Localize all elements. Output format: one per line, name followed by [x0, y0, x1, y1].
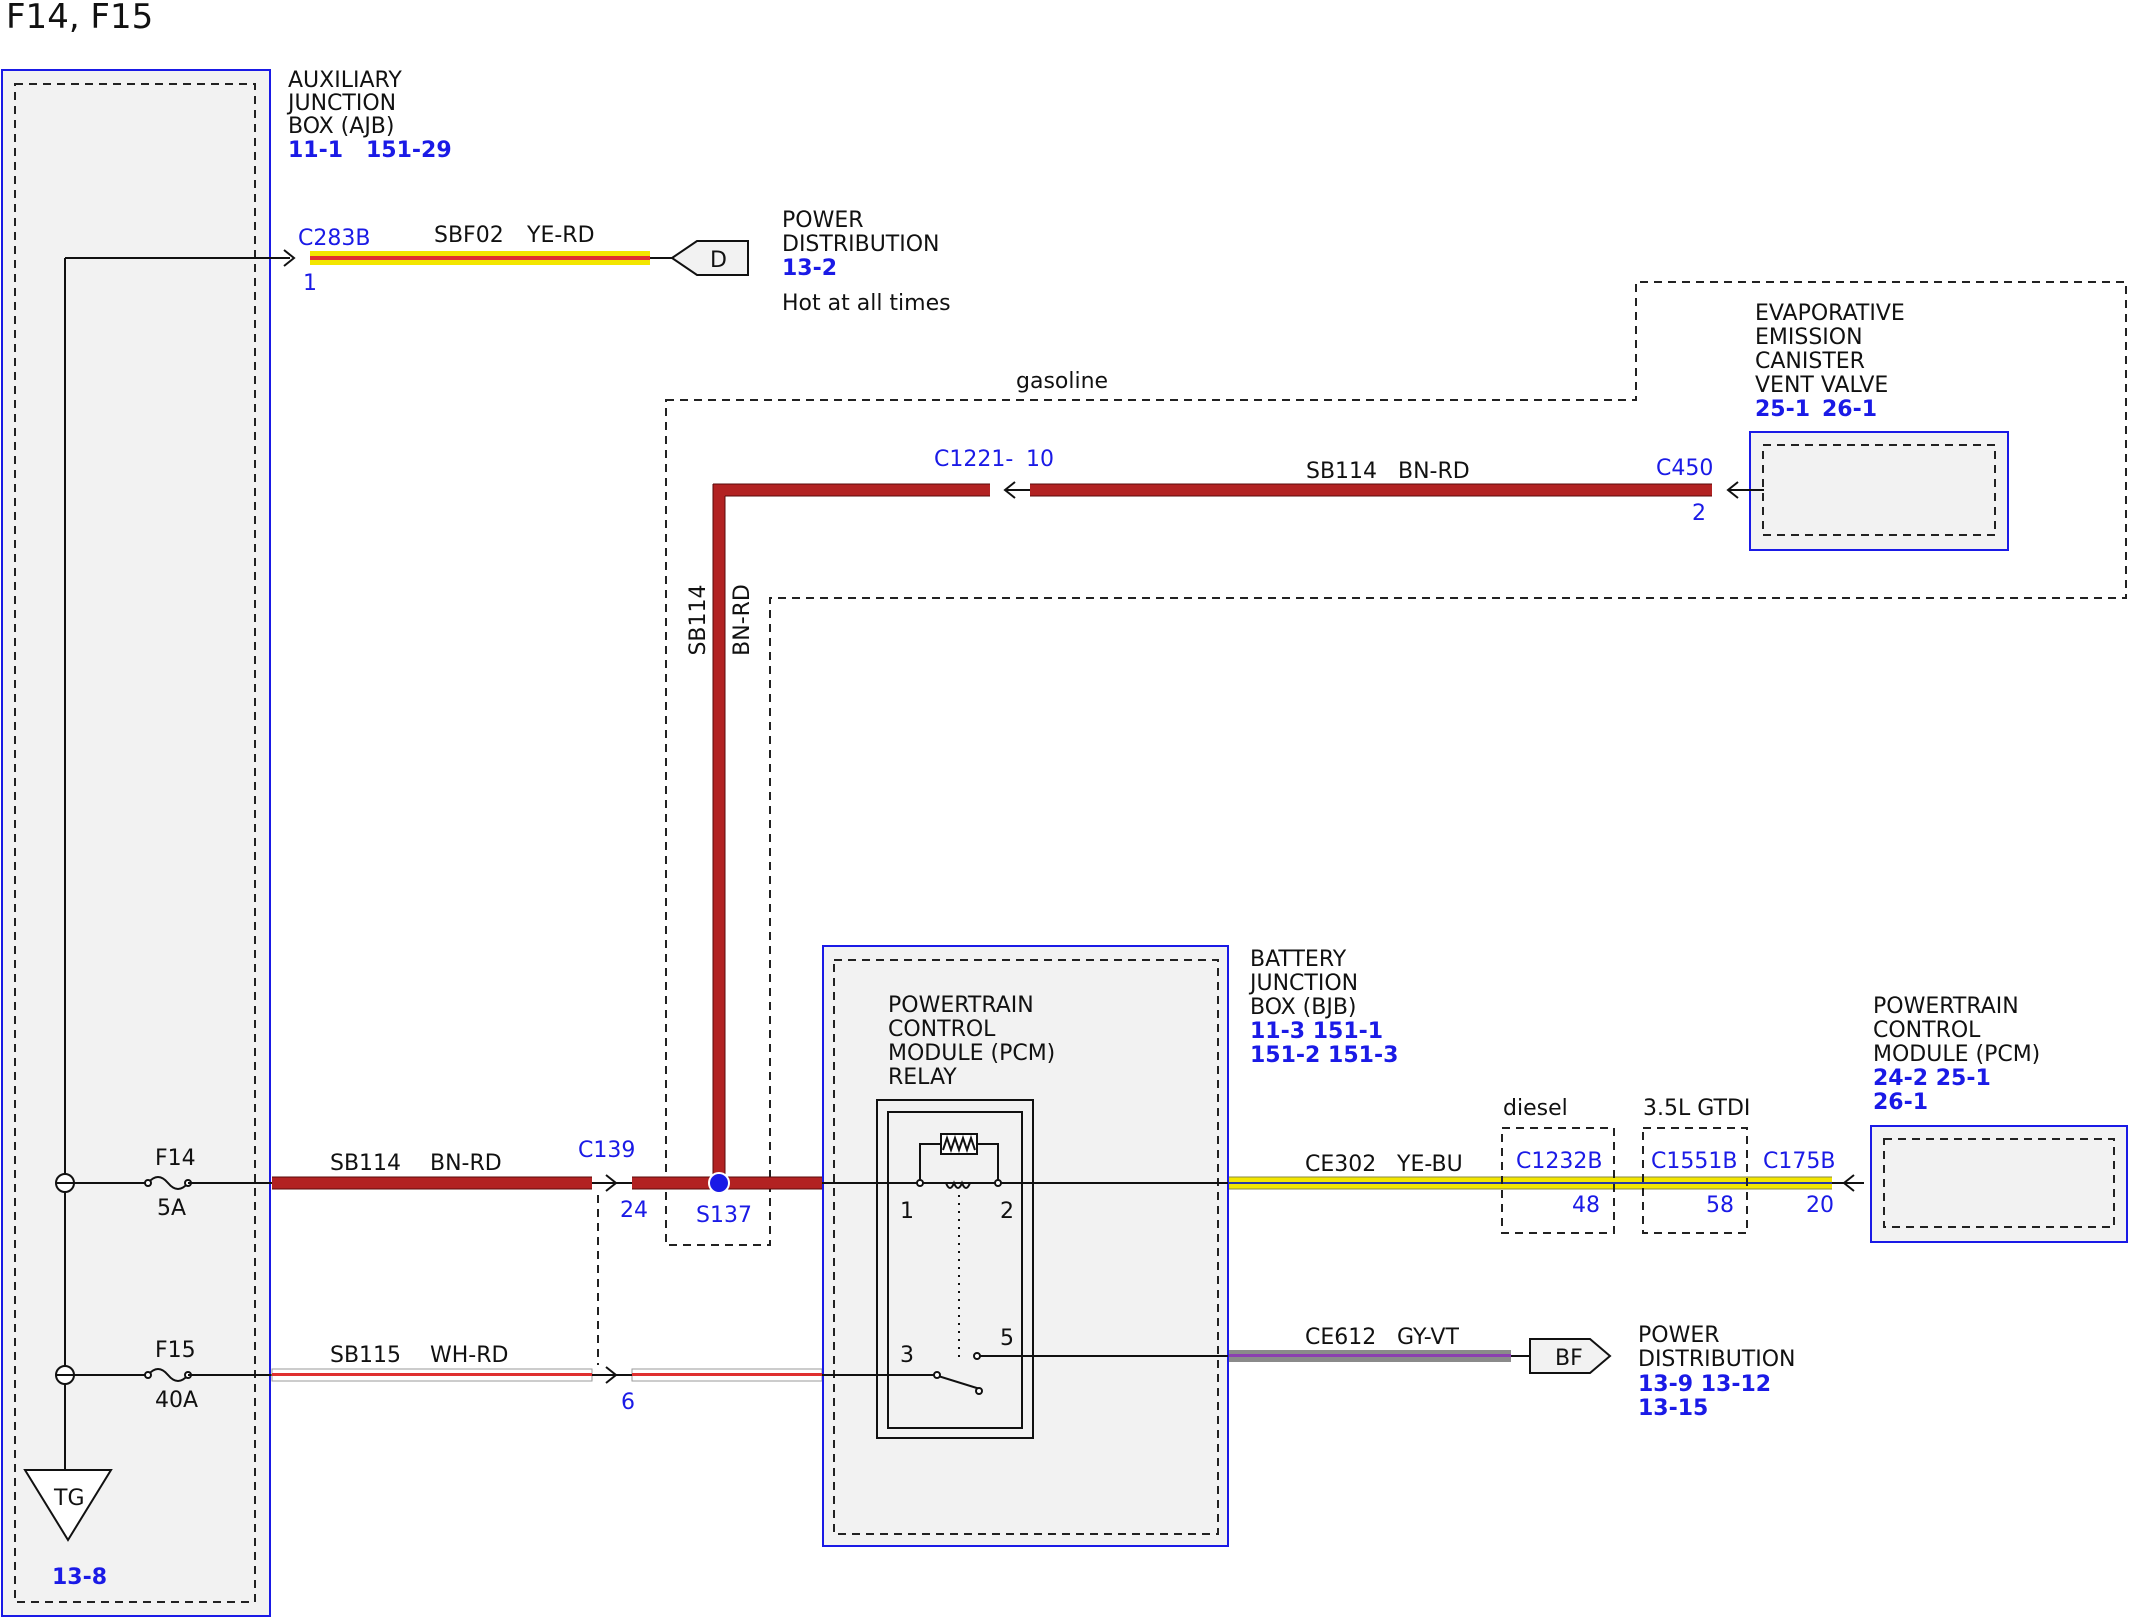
ajb-ref-2[interactable]: 151-29 [366, 138, 452, 163]
relay-pin-3: 3 [900, 1343, 914, 1368]
sb114-main-color: BN-RD [430, 1151, 502, 1176]
ajb-name-line-2: JUNCTION [286, 91, 396, 116]
power-dist-1-name-1: POWER [782, 208, 864, 233]
wiring-diagram: F14, F15 AUXILIARY JUNCTION BOX (AJB) 11… [1, 0, 2128, 1617]
connector-c139-arrow-24 [592, 1174, 632, 1192]
power-dist-1-name-2: DISTRIBUTION [782, 232, 940, 257]
sb114-vertical-circuit: SB114 [686, 584, 711, 655]
ajb-module [1, 69, 271, 1617]
evap-name-line-1: EVAPORATIVE [1755, 301, 1905, 326]
pcm-name-line-3: MODULE (PCM) [1873, 1042, 2040, 1067]
relay-name-line-2: CONTROL [888, 1017, 996, 1042]
ce302-color: YE-BU [1396, 1152, 1463, 1177]
gasoline-label: gasoline [1016, 369, 1108, 394]
relay-name-line-1: POWERTRAIN [888, 993, 1034, 1018]
flag-d-label: D [710, 248, 727, 273]
pcm-module [1870, 1125, 2128, 1243]
power-dist-2-name-2: DISTRIBUTION [1638, 1347, 1796, 1372]
ajb-name-line-1: AUXILIARY [288, 68, 402, 93]
c1221-pin: 10 [1026, 447, 1054, 472]
bjb-name-line-2: JUNCTION [1248, 971, 1358, 996]
sbf02-color: YE-RD [526, 223, 595, 248]
evap-module [1749, 431, 2009, 551]
c1232b-pin: 48 [1572, 1193, 1600, 1218]
c139-pin-6: 6 [621, 1390, 635, 1415]
wire-sb114-evap[interactable] [1030, 483, 1712, 497]
c175b-pin: 20 [1806, 1193, 1834, 1218]
connector-c1221-arrow [1003, 481, 1030, 499]
sb115-circuit: SB115 [330, 1343, 401, 1368]
fuse-f15-rating: 40A [155, 1388, 198, 1413]
c1221-connector-label[interactable]: C1221- [934, 447, 1013, 472]
splice-s137-label: S137 [696, 1203, 752, 1228]
wire-sb115[interactable] [271, 1368, 823, 1382]
pcm-ref-line-2[interactable]: 26-1 [1873, 1090, 1928, 1115]
splice-s137-dot[interactable] [708, 1172, 730, 1194]
c175b-connector-label[interactable]: C175B [1763, 1149, 1835, 1174]
sb114-evap-circuit: SB114 [1306, 459, 1377, 484]
evap-ref-1[interactable]: 25-1 [1755, 397, 1810, 422]
pcm-name-line-2: CONTROL [1873, 1018, 1981, 1043]
ajb-name-line-3: BOX (AJB) [288, 114, 394, 139]
connector-c139-arrow-6 [592, 1366, 632, 1384]
ajb-ref-1[interactable]: 11-1 [288, 138, 343, 163]
c139-pin-24: 24 [620, 1198, 648, 1223]
sb114-evap-color: BN-RD [1398, 459, 1470, 484]
wire-sbf02-ye-rd[interactable] [310, 251, 672, 265]
c450-pin: 2 [1692, 501, 1706, 526]
ground-label: TG [53, 1486, 85, 1511]
bjb-name-line-1: BATTERY [1250, 947, 1347, 972]
gtdi-label: 3.5L GTDI [1643, 1096, 1750, 1121]
fuse-f14-rating: 5A [157, 1196, 186, 1221]
sb114-vertical-color: BN-RD [730, 584, 755, 656]
pcm-name-line-1: POWERTRAIN [1873, 994, 2019, 1019]
wire-sb114-main[interactable] [272, 1176, 822, 1190]
c283b-connector-label[interactable]: C283B [298, 226, 370, 251]
sb115-color: WH-RD [430, 1343, 508, 1368]
relay-pin-5: 5 [1000, 1326, 1014, 1351]
c450-connector-label[interactable]: C450 [1656, 456, 1713, 481]
fuse-f14-name: F14 [155, 1146, 196, 1171]
relay-pin-2: 2 [1000, 1199, 1014, 1224]
evap-name-line-4: VENT VALVE [1755, 373, 1888, 398]
relay-name-line-3: MODULE (PCM) [888, 1041, 1055, 1066]
ground-ref[interactable]: 13-8 [52, 1565, 107, 1590]
wire-ce302-ye-bu[interactable] [1229, 1176, 1864, 1190]
c1551b-connector-label[interactable]: C1551B [1651, 1149, 1737, 1174]
evap-name-line-3: CANISTER [1755, 349, 1865, 374]
power-dist-2-ref-line-2[interactable]: 13-15 [1638, 1396, 1708, 1421]
c1232b-connector-label[interactable]: C1232B [1516, 1149, 1602, 1174]
bjb-ref-line-2[interactable]: 151-2 151-3 [1250, 1043, 1398, 1068]
bjb-name-line-3: BOX (BJB) [1250, 995, 1357, 1020]
page-title: F14, F15 [6, 0, 153, 37]
fuse-f15-name: F15 [155, 1338, 196, 1363]
hot-at-all-times-note: Hot at all times [782, 291, 951, 316]
wire-ce612-gy-vt[interactable] [1229, 1350, 1530, 1362]
power-dist-1-ref[interactable]: 13-2 [782, 256, 837, 281]
c139-connector-label[interactable]: C139 [578, 1138, 635, 1163]
sbf02-circuit: SBF02 [434, 223, 504, 248]
pcm-ref-line-1[interactable]: 24-2 25-1 [1873, 1066, 1991, 1091]
ce302-circuit: CE302 [1305, 1152, 1376, 1177]
relay-name-line-4: RELAY [888, 1065, 957, 1090]
power-dist-2-ref-line-1[interactable]: 13-9 13-12 [1638, 1372, 1771, 1397]
evap-name-line-2: EMISSION [1755, 325, 1863, 350]
c283b-pin: 1 [303, 271, 317, 296]
evap-ref-2[interactable]: 26-1 [1822, 397, 1877, 422]
power-dist-2-name-1: POWER [1638, 1323, 1720, 1348]
bjb-ref-line-1[interactable]: 11-3 151-1 [1250, 1019, 1383, 1044]
relay-pin-1: 1 [900, 1199, 914, 1224]
c1551b-pin: 58 [1706, 1193, 1734, 1218]
ce612-circuit: CE612 [1305, 1325, 1376, 1350]
sb114-main-circuit: SB114 [330, 1151, 401, 1176]
flag-bf-label: BF [1555, 1346, 1583, 1371]
ce612-color: GY-VT [1397, 1325, 1459, 1350]
diesel-label: diesel [1503, 1096, 1568, 1121]
